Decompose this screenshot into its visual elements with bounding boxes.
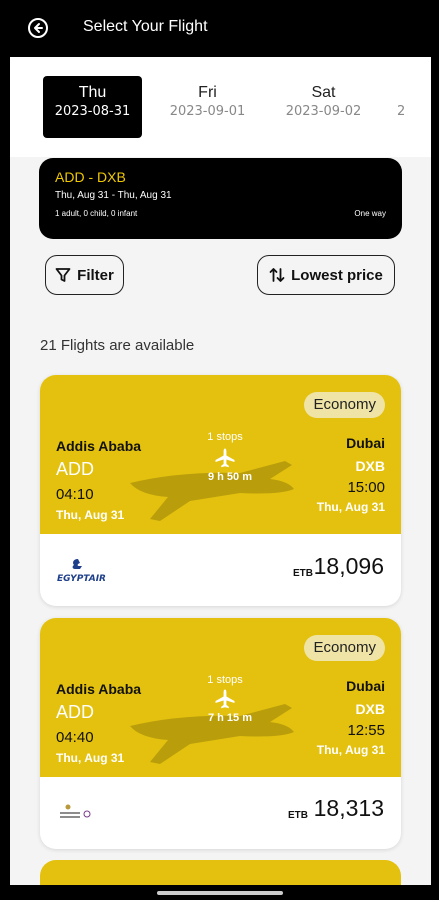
airplane-icon — [215, 689, 235, 709]
page-title: Select Your Flight — [83, 18, 208, 35]
filter-button[interactable]: Filter — [45, 255, 124, 295]
flight-card[interactable]: Economy Addis Ababa ADD 04:40 Thu, Aug 3… — [40, 618, 401, 849]
screen: Select Your Flight Thu 2023-08-31 Fri 20… — [10, 0, 431, 900]
date-tab-date: 2023-09-02 — [285, 104, 362, 119]
destination-city: Dubai — [346, 678, 385, 694]
airline-logo-text: EGYPTAIR — [57, 574, 106, 584]
trip-type: One way — [354, 209, 386, 218]
filter-label: Filter — [77, 266, 114, 284]
origin-code: ADD — [56, 702, 95, 722]
date-tab-partial[interactable]: 2 — [397, 104, 405, 119]
price-currency: ETB — [288, 810, 308, 821]
back-arrow-circle-icon[interactable] — [27, 17, 49, 39]
destination-code: DXB — [355, 701, 385, 717]
date-tab-day: Sat — [311, 84, 336, 101]
app-bar: Select Your Flight — [10, 0, 431, 57]
cabin-class-badge: Economy — [304, 635, 385, 661]
airplane-icon — [215, 448, 235, 468]
origin-city: Addis Ababa — [56, 438, 142, 454]
departure-date: Thu, Aug 31 — [56, 508, 125, 522]
arrival-time: 15:00 — [347, 479, 385, 496]
flight-card[interactable]: Economy Addis Ababa ADD 04:10 Thu, Aug 3… — [40, 375, 401, 606]
date-tab-day: Fri — [198, 84, 217, 101]
stops-count: 1 stops — [207, 431, 243, 443]
flight-price: 18,313 — [313, 795, 384, 821]
cabin-class-badge: Economy — [304, 392, 385, 418]
origin-city: Addis Ababa — [56, 681, 142, 697]
egyptair-logo: EGYPTAIR — [57, 559, 106, 584]
sort-label: Lowest price — [291, 266, 383, 284]
stops-count: 1 stops — [207, 674, 243, 686]
filter-funnel-icon — [55, 268, 71, 282]
date-tabs: Thu 2023-08-31 Fri 2023-09-01 Sat 2023-0… — [10, 57, 431, 157]
date-tab-sat[interactable]: Sat 2023-09-02 — [274, 76, 373, 138]
destination-city: Dubai — [346, 435, 385, 451]
route-dates: Thu, Aug 31 - Thu, Aug 31 — [55, 190, 172, 201]
route-summary-card[interactable]: ADD - DXB Thu, Aug 31 - Thu, Aug 31 1 ad… — [39, 158, 402, 239]
date-tab-day: Thu — [78, 84, 107, 101]
date-tab-date: 2023-09-01 — [169, 104, 246, 119]
arrival-time: 12:55 — [347, 722, 385, 739]
results-count: 21 Flights are available — [40, 337, 195, 354]
price-currency: ETB — [293, 568, 313, 579]
sort-button[interactable]: Lowest price — [257, 255, 395, 295]
flight-price: 18,096 — [313, 553, 384, 579]
arrival-date: Thu, Aug 31 — [316, 743, 385, 757]
flight-card-header: Economy Addis Ababa ADD 04:40 Thu, Aug 3… — [40, 618, 401, 777]
arrival-date: Thu, Aug 31 — [316, 500, 385, 514]
home-indicator[interactable] — [157, 891, 283, 895]
origin-code: ADD — [56, 459, 95, 479]
destination-code: DXB — [355, 458, 385, 474]
sort-arrows-icon — [269, 268, 285, 282]
date-tab-fri[interactable]: Fri 2023-09-01 — [158, 76, 257, 138]
flight-duration: 7 h 15 m — [207, 712, 253, 724]
departure-date: Thu, Aug 31 — [56, 751, 125, 765]
airline-logo — [60, 804, 91, 818]
flight-card-header: Economy Addis Ababa ADD 04:10 Thu, Aug 3… — [40, 375, 401, 534]
passenger-summary: 1 adult, 0 child, 0 infant — [55, 209, 138, 218]
date-tab-date: 2023-08-31 — [54, 104, 131, 119]
flight-duration: 9 h 50 m — [207, 471, 253, 483]
departure-time: 04:10 — [56, 486, 94, 503]
route-code: ADD - DXB — [55, 169, 126, 185]
departure-time: 04:40 — [56, 729, 94, 746]
date-tab-thu[interactable]: Thu 2023-08-31 — [43, 76, 142, 138]
